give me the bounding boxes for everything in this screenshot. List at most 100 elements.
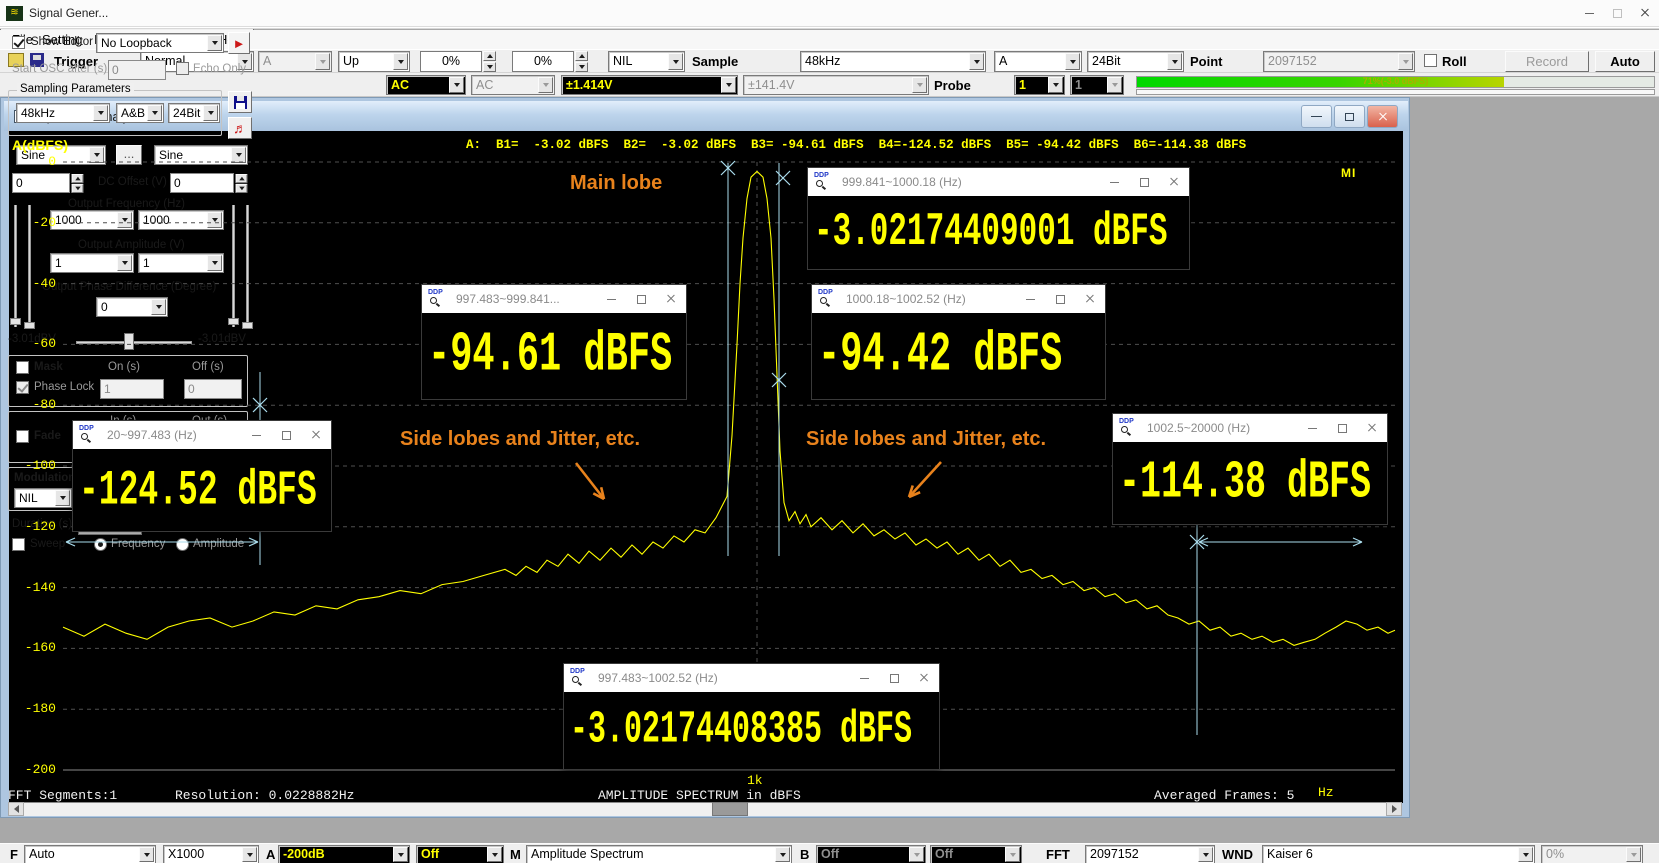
dropdown-arrow-icon[interactable] <box>231 147 246 163</box>
start-button[interactable]: ► <box>228 32 250 54</box>
maximize-icon[interactable] <box>1327 417 1357 439</box>
frequency-b-dropdown[interactable]: 1000 <box>138 210 224 230</box>
dc-offset-a-spinner[interactable] <box>72 174 84 193</box>
dropdown-arrow-icon[interactable] <box>1198 847 1213 862</box>
measurement-popup-b6[interactable]: DDP 1002.5~20000 (Hz) -114.38 dBFS <box>1112 413 1388 525</box>
start-osc-input[interactable] <box>108 60 166 80</box>
freq-slider-b1[interactable] <box>232 205 235 327</box>
dc-offset-a-input[interactable] <box>12 173 70 193</box>
coupling-a-dropdown[interactable]: AC <box>386 75 466 95</box>
modulation-type-dropdown[interactable]: NIL <box>14 488 72 508</box>
minimize-icon[interactable] <box>1297 417 1327 439</box>
dropdown-arrow-icon[interactable] <box>1398 53 1413 70</box>
dropdown-arrow-icon[interactable] <box>1626 847 1641 862</box>
b-range-dropdown[interactable]: Off <box>816 845 926 863</box>
dropdown-arrow-icon[interactable] <box>1048 77 1063 93</box>
mask-off-input[interactable] <box>184 379 242 399</box>
measurement-popup-b3[interactable]: DDP 997.483~999.841... -94.61 dBFS <box>421 284 687 400</box>
music-notes-icon[interactable]: ♬ <box>228 117 252 139</box>
trigger-hpf-dropdown[interactable]: NIL <box>608 51 685 72</box>
maximize-icon[interactable] <box>1603 3 1631 23</box>
sg-channels-dropdown[interactable]: A&B <box>116 103 164 123</box>
amplitude-b-dropdown[interactable]: 1 <box>138 253 224 273</box>
minimize-icon[interactable] <box>596 288 626 310</box>
dropdown-arrow-icon[interactable] <box>203 105 218 121</box>
mask-on-input[interactable] <box>100 379 164 399</box>
maximize-icon[interactable] <box>879 667 909 689</box>
minimize-icon[interactable] <box>849 667 879 689</box>
dropdown-arrow-icon[interactable] <box>207 212 222 228</box>
slider-handle[interactable] <box>242 322 253 329</box>
dropdown-arrow-icon[interactable] <box>93 105 108 121</box>
record-button[interactable]: Record <box>1505 51 1589 72</box>
phase-lock-checkbox[interactable] <box>16 381 29 394</box>
dropdown-arrow-icon[interactable] <box>151 299 166 315</box>
dropdown-arrow-icon[interactable] <box>1518 847 1533 862</box>
waveform-b-dropdown[interactable]: Sine <box>154 145 248 165</box>
dropdown-arrow-icon[interactable] <box>721 77 736 93</box>
range-a-dropdown[interactable]: ±1.414V <box>561 75 738 95</box>
dropdown-arrow-icon[interactable] <box>393 847 408 862</box>
measurement-popup-b4[interactable]: DDP 20~997.483 (Hz) -124.52 dBFS <box>72 420 332 532</box>
dropdown-arrow-icon[interactable] <box>668 53 683 70</box>
sweep-amplitude-radio[interactable] <box>176 538 189 551</box>
dropdown-arrow-icon[interactable] <box>55 490 70 506</box>
mask-checkbox[interactable] <box>16 361 29 374</box>
scroll-right-icon[interactable] <box>1386 802 1402 816</box>
sweep-frequency-radio[interactable] <box>94 538 107 551</box>
slider-handle[interactable] <box>10 318 21 325</box>
dropdown-arrow-icon[interactable] <box>89 147 104 163</box>
waveform-editor-button[interactable]: ... <box>116 145 142 165</box>
amplitude-a-dropdown[interactable]: 1 <box>50 253 134 273</box>
dropdown-arrow-icon[interactable] <box>1065 53 1080 70</box>
sweep-checkbox[interactable] <box>12 538 25 551</box>
dropdown-arrow-icon[interactable] <box>117 255 132 271</box>
sg-rate-dropdown[interactable]: 48kHz <box>16 103 110 123</box>
trigger-level-spinner[interactable] <box>483 51 496 72</box>
measurement-popup-b1[interactable]: DDP 999.841~1000.18 (Hz) -3.02174409001 … <box>807 167 1190 270</box>
close-icon[interactable] <box>1159 171 1189 193</box>
close-icon[interactable] <box>656 288 686 310</box>
window-function-dropdown[interactable]: Kaiser 6 <box>1262 845 1535 863</box>
overlap-dropdown[interactable]: 0% <box>1541 845 1643 863</box>
spectrum-close-button[interactable] <box>1367 105 1398 128</box>
dropdown-arrow-icon[interactable] <box>117 212 132 228</box>
echo-only-checkbox[interactable] <box>176 62 189 75</box>
dropdown-arrow-icon[interactable] <box>147 105 162 121</box>
minimize-icon[interactable] <box>241 424 271 446</box>
close-icon[interactable] <box>1357 417 1387 439</box>
mode-dropdown[interactable]: Amplitude Spectrum <box>526 845 792 863</box>
dropdown-arrow-icon[interactable] <box>139 847 154 862</box>
spectrum-restore-button[interactable] <box>1334 105 1365 128</box>
a-ref-dropdown[interactable]: Off <box>416 845 504 863</box>
close-icon[interactable] <box>1631 3 1659 23</box>
balance-slider-track[interactable] <box>76 341 192 344</box>
measurement-popup-b2[interactable]: DDP 997.483~1002.52 (Hz) -3.02174408385 … <box>563 663 940 770</box>
frequency-a-dropdown[interactable]: 1000 <box>50 210 134 230</box>
fft-size-dropdown[interactable]: 2097152 <box>1085 845 1215 863</box>
dropdown-arrow-icon[interactable] <box>538 77 553 93</box>
roll-checkbox[interactable] <box>1424 54 1437 67</box>
sample-channel-dropdown[interactable]: A <box>994 51 1082 72</box>
sg-bits-dropdown[interactable]: 24Bit <box>168 103 220 123</box>
auto-button[interactable]: Auto <box>1595 51 1655 72</box>
dropdown-arrow-icon[interactable] <box>487 847 502 862</box>
dropdown-arrow-icon[interactable] <box>775 847 790 862</box>
b-ref-dropdown[interactable]: Off <box>930 845 1022 863</box>
dropdown-arrow-icon[interactable] <box>1005 847 1020 862</box>
maximize-icon[interactable] <box>1129 171 1159 193</box>
phase-dropdown[interactable]: 0 <box>96 297 168 317</box>
scrollbar-thumb[interactable] <box>712 802 748 816</box>
minimize-icon[interactable] <box>1015 288 1045 310</box>
balance-slider-thumb[interactable] <box>124 333 134 350</box>
fade-checkbox[interactable] <box>16 430 29 443</box>
a-range-dropdown[interactable]: -200dB <box>278 845 410 863</box>
sample-rate-dropdown[interactable]: 48kHz <box>800 51 986 72</box>
minimize-icon[interactable] <box>1575 3 1603 23</box>
dropdown-arrow-icon[interactable] <box>1107 77 1122 93</box>
slider-handle[interactable] <box>24 322 35 329</box>
scroll-left-icon[interactable] <box>8 802 24 816</box>
minimize-icon[interactable] <box>1099 171 1129 193</box>
dropdown-arrow-icon[interactable] <box>393 53 408 70</box>
dropdown-arrow-icon[interactable] <box>1167 53 1182 70</box>
